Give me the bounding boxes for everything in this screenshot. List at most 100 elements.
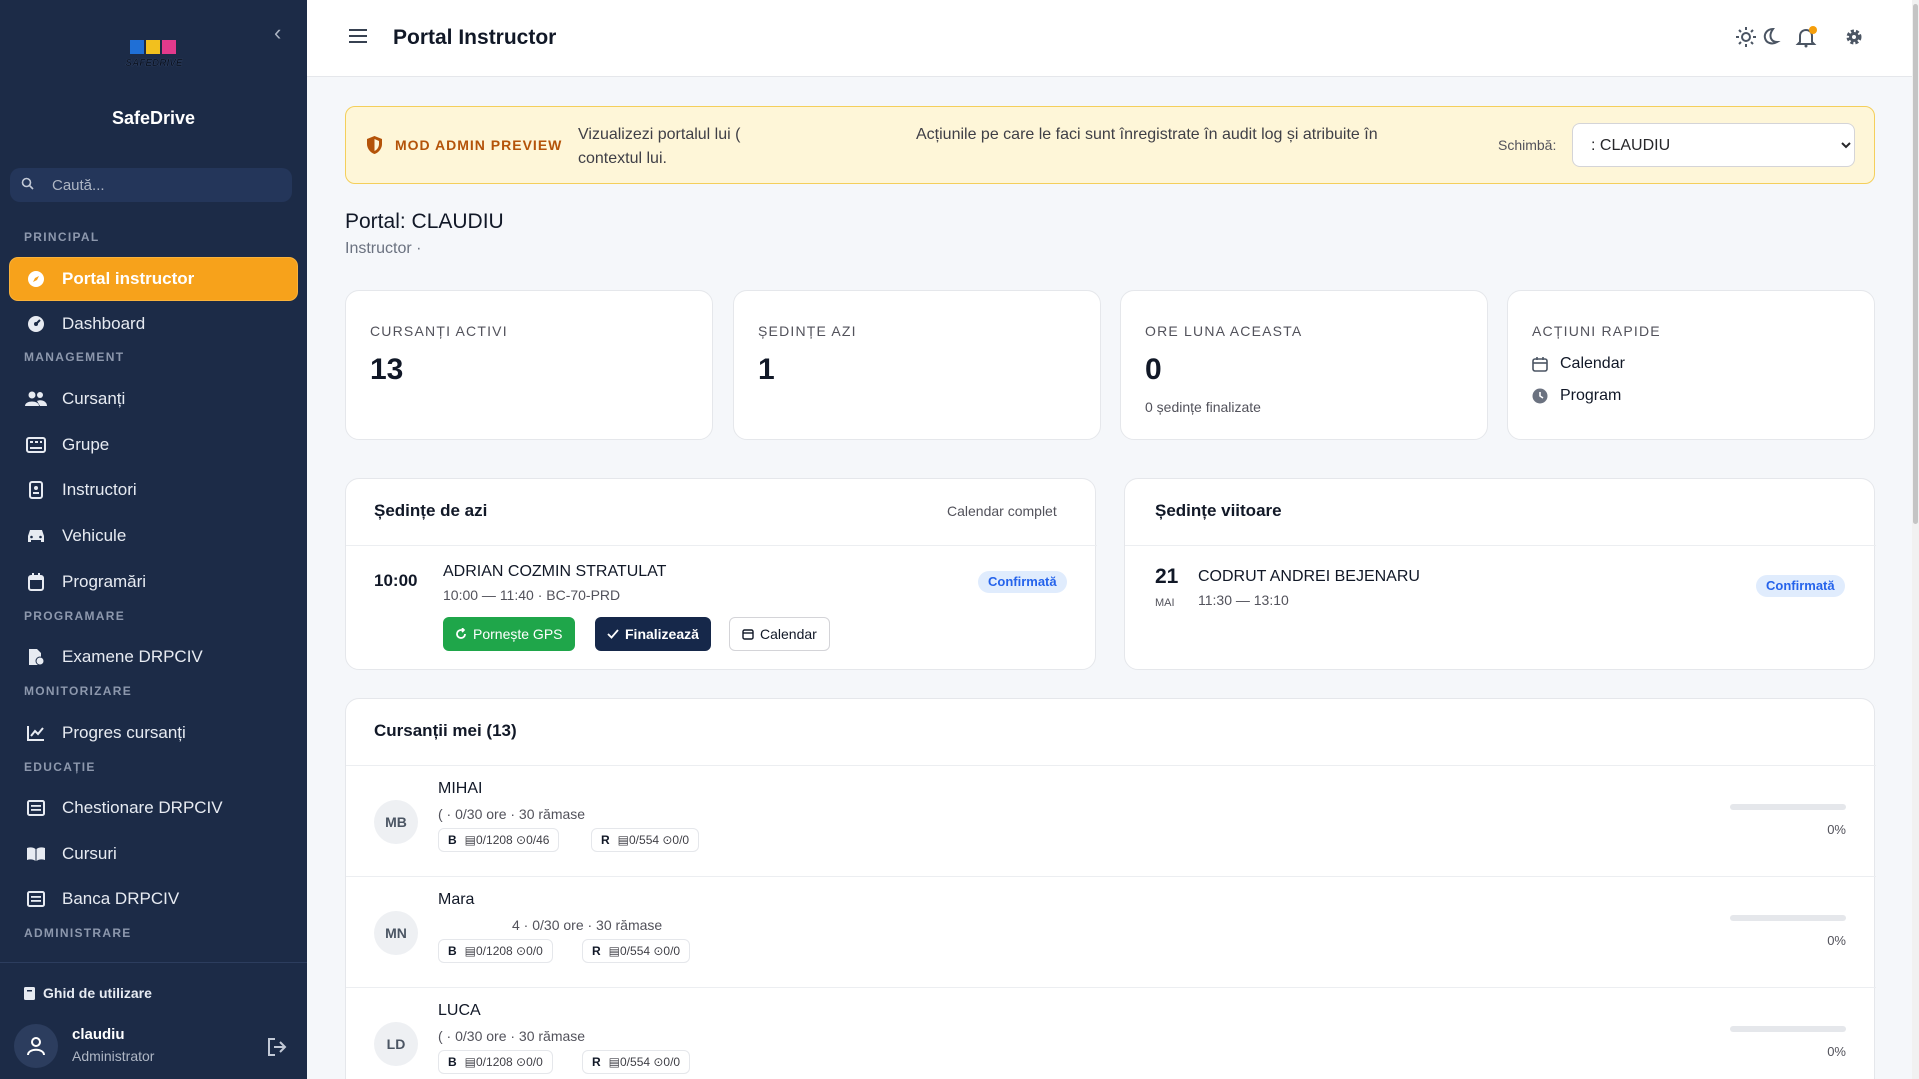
admin-preview-banner: MOD ADMIN PREVIEW Vizualizezi portalul l… (345, 106, 1875, 184)
student-avatar: LD (374, 1022, 418, 1066)
bell-icon[interactable] (1795, 26, 1817, 48)
chip-category: B (448, 1055, 457, 1069)
sidebar-item-cursuri[interactable]: Cursuri (10, 833, 297, 875)
search-input[interactable] (40, 176, 292, 194)
sidebar-item-examene-drpciv[interactable]: Examene DRPCIV (10, 636, 297, 678)
user-name: claudiu (72, 1026, 125, 1043)
section-administrare: ADMINISTRARE (24, 926, 132, 940)
user-guide-link[interactable]: Ghid de utilizare (24, 985, 152, 1001)
sidebar-item-vehicule[interactable]: Vehicule (10, 515, 297, 557)
portal-subtitle: Instructor · (345, 240, 422, 257)
sun-icon[interactable] (1735, 26, 1757, 48)
chip-category: R (592, 1055, 601, 1069)
status-badge: Confirmată (978, 571, 1067, 593)
category-chip: R ▤0/554 ⊙0/0 (582, 1050, 691, 1074)
stat-card-sessions-today: ȘEDINȚE AZI 1 (733, 290, 1101, 440)
sidebar-item-dashboard[interactable]: Dashboard (10, 303, 297, 345)
student-name: LUCA (438, 1002, 481, 1019)
category-chip: R ▤0/554 ⊙0/0 (591, 828, 700, 852)
status-badge: Confirmată (1756, 575, 1845, 597)
sidebar-item-label: Programări (62, 572, 147, 591)
upcoming-time: 11:30 — 13:10 (1198, 592, 1289, 608)
chip-values: ▤0/1208 ⊙0/46 (464, 833, 550, 847)
sidebar-item-chestionare-drpciv[interactable]: Chestionare DRPCIV (10, 787, 297, 829)
section-title: Ședințe de azi (374, 501, 488, 520)
topbar: Portal Instructor (307, 0, 1919, 77)
my-students-card: Cursanții mei (13) MB MIHAI ( · 0/30 ore… (345, 698, 1876, 1079)
chip-values: ▤0/1208 ⊙0/0 (464, 1055, 543, 1069)
moon-icon[interactable] (1759, 26, 1781, 48)
list-item[interactable]: LD LUCA ( · 0/30 ore · 30 rămase B ▤0/120… (346, 988, 1876, 1079)
chip-values: ▤0/1208 ⊙0/0 (464, 944, 543, 958)
gear-icon[interactable] (1843, 26, 1865, 48)
card-divider (1125, 545, 1876, 546)
category-chip: R ▤0/554 ⊙0/0 (582, 939, 691, 963)
upcoming-sessions-card: Ședințe viitoare 21 MAI CODRUT ANDREI BE… (1124, 478, 1876, 670)
full-calendar-link[interactable]: Calendar complet (947, 503, 1057, 519)
book-icon (24, 986, 35, 1000)
sidebar-item-label: Chestionare DRPCIV (62, 798, 223, 817)
chip-category: B (448, 833, 457, 847)
sidebar-item-programari[interactable]: Programări (10, 561, 297, 603)
logout-icon[interactable] (266, 1036, 288, 1058)
category-chip: B ▤0/1208 ⊙0/0 (438, 1050, 553, 1074)
sidebar: ‹ SAFEDRIVE SafeDrive PRINCIPAL Portal i… (0, 0, 307, 1079)
portal-heading: Portal: CLAUDIU (345, 210, 504, 233)
today-sessions-card: Ședințe de azi Calendar complet 10:00 AD… (345, 478, 1097, 670)
gauge-icon (10, 315, 62, 333)
sidebar-item-cursanti[interactable]: Cursanți (10, 378, 297, 420)
chip-values: ▤0/554 ⊙0/0 (608, 1055, 681, 1069)
section-title: Cursanții mei (13) (374, 721, 517, 740)
sidebar-item-instructori[interactable]: Instructori (10, 469, 297, 511)
upcoming-month: MAI (1155, 597, 1175, 609)
sidebar-divider (0, 962, 307, 963)
id-badge-icon (10, 481, 62, 499)
list-item[interactable]: MB MIHAI ( · 0/30 ore · 30 rămase B ▤0/12… (346, 766, 1876, 876)
brand-name: SafeDrive (111, 108, 196, 128)
stat-card-active-students: CURSANȚI ACTIVI 13 (345, 290, 713, 440)
switch-label: Schimbă: (1498, 137, 1557, 153)
sidebar-item-label: Portal instructor (62, 269, 195, 288)
sidebar-search[interactable] (10, 168, 292, 202)
menu-icon[interactable] (349, 28, 367, 44)
file-check-icon (10, 648, 62, 666)
refresh-icon (456, 628, 466, 639)
stat-card-quick-actions: ACȚIUNI RAPIDE Calendar Program (1507, 290, 1875, 440)
section-title: Ședințe viitoare (1155, 501, 1282, 520)
sidebar-item-label: Cursuri (62, 844, 117, 863)
instructor-switch-select[interactable]: : CLAUDIU (1572, 123, 1855, 167)
chip-values: ▤0/554 ⊙0/0 (617, 833, 690, 847)
clock-icon (1532, 388, 1548, 404)
sidebar-item-banca-drpciv[interactable]: Banca DRPCIV (10, 878, 297, 920)
sidebar-item-label: Progres cursanți (62, 723, 186, 742)
start-gps-label: Pornește GPS (473, 626, 563, 642)
section-monitorizare: MONITORIZARE (24, 684, 133, 698)
quick-action-program[interactable]: Program (1532, 387, 1621, 405)
finish-session-button[interactable]: Finalizează (595, 617, 711, 651)
calendar-icon (1532, 357, 1548, 372)
start-gps-button[interactable]: Pornește GPS (443, 617, 575, 651)
user-avatar[interactable] (14, 1024, 58, 1068)
category-chip: B ▤0/1208 ⊙0/46 (438, 828, 560, 852)
users-icon (10, 391, 62, 407)
calendar-icon (10, 573, 62, 591)
sidebar-item-label: Vehicule (62, 526, 127, 545)
car-icon (10, 528, 62, 544)
sidebar-item-portal-instructor[interactable]: Portal instructor (10, 258, 297, 300)
search-icon (10, 177, 40, 193)
sidebar-item-grupe[interactable]: Grupe (10, 424, 297, 466)
session-calendar-button[interactable]: Calendar (729, 617, 830, 651)
section-programare: PROGRAMARE (24, 609, 126, 623)
quick-action-calendar[interactable]: Calendar (1532, 355, 1625, 373)
page-scrollbar-thumb[interactable] (1913, 4, 1918, 524)
stat-label: ACȚIUNI RAPIDE (1532, 323, 1661, 339)
page-title: Portal Instructor (393, 26, 557, 49)
sidebar-item-progres-cursanti[interactable]: Progres cursanți (10, 712, 297, 754)
list-item[interactable]: MN Mara 4 · 0/30 ore · 30 rămase B ▤0/120… (346, 877, 1876, 987)
list-icon (10, 891, 62, 907)
collapse-sidebar-chevron-left-icon[interactable]: ‹ (274, 22, 294, 44)
progress-percent: 0% (1827, 1044, 1846, 1059)
section-educatie: EDUCAȚIE (24, 760, 96, 774)
user-role: Administrator (72, 1048, 155, 1064)
stat-label: ȘEDINȚE AZI (758, 323, 857, 339)
